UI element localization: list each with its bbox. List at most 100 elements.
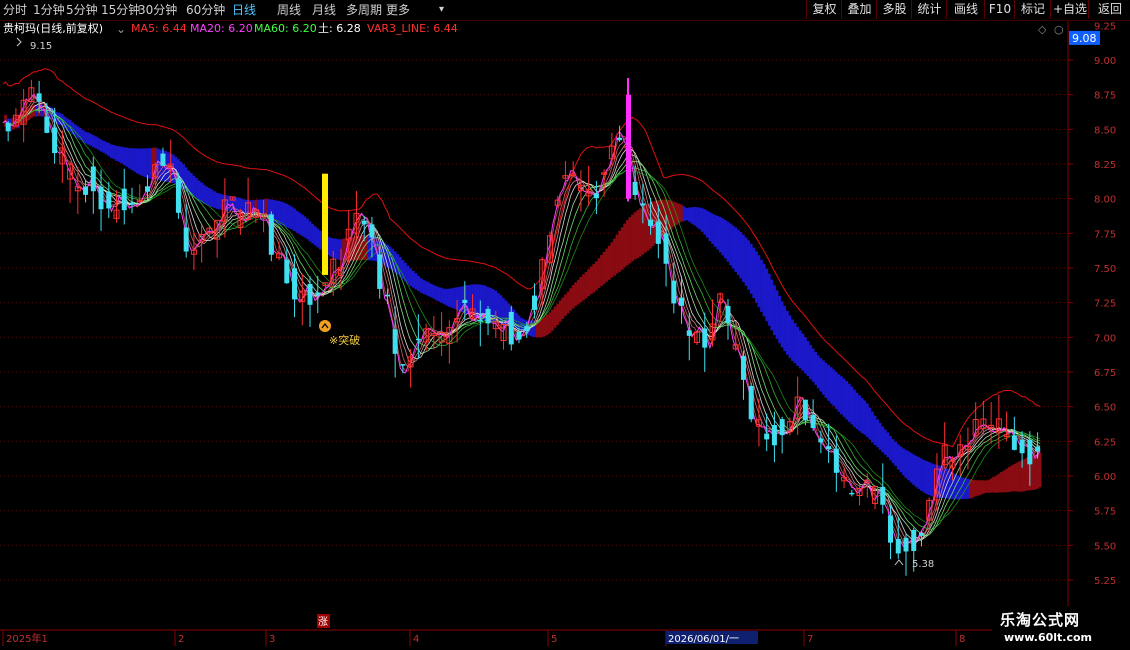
x-tick-label: 2026/06/01/一 [668, 634, 739, 645]
period-tab-3[interactable]: 15分钟 [101, 0, 140, 20]
kline-chart[interactable]: 9.15 5.38 ※突破 9.25 9.00 8.75 8.50 8.25 8.00 7.75… [0, 0, 1130, 650]
candle-body-down [679, 297, 685, 306]
axes: 9.25 9.00 8.75 8.50 8.25 8.00 7.75 7.50 7.25 7.00… [0, 20, 1116, 646]
tu-value: 土: 6.28 [318, 22, 361, 35]
candle-body-down [144, 186, 150, 192]
candle-body-down [315, 292, 321, 296]
candle-body-down [818, 438, 824, 443]
candle-body-down [1035, 446, 1041, 452]
var3-envelope-line [2, 68, 1041, 448]
candle-body-down [1027, 439, 1033, 465]
toolbar-button-5[interactable]: F10 [984, 0, 1015, 19]
x-tick-label: 3 [269, 634, 275, 645]
candle-body-down [508, 311, 514, 345]
candle-body-down [361, 220, 367, 225]
candle-body-down [369, 224, 375, 238]
magenta-spike-bar [626, 94, 631, 199]
candle-body-down [524, 326, 530, 332]
x-tick-label: 2 [178, 634, 184, 645]
candle-body-down [307, 283, 313, 305]
period-tab-7[interactable]: 周线 [277, 0, 301, 20]
y-tick-label: 6.75 [1094, 368, 1116, 379]
candle-body-down [477, 320, 483, 322]
period-toolbar: 分时 1分钟 5分钟 15分钟 30分钟 60分钟 日线 周线 月线 多周期 更多 ▾ 复权 叠加 多股 统计… [0, 0, 1130, 21]
candle-body-down [640, 203, 646, 206]
candle-body-down [655, 221, 661, 244]
candle-body-down [36, 93, 42, 102]
x-tick-label: 8 [959, 634, 965, 645]
indicator-info-bar: 贵柯玛(日线,前复权) ⌄ MA5: 6.44 MA20: 6.20 MA60:… [0, 20, 1070, 38]
period-tab-5[interactable]: 60分钟 [186, 0, 225, 20]
candle-body-down [462, 299, 468, 304]
period-tab-6[interactable]: 日线 [232, 0, 256, 20]
toolbar-button-7[interactable]: +自选 [1050, 0, 1089, 19]
x-tick-label: 7 [807, 634, 813, 645]
toolbar-button-2[interactable]: 多股 [876, 0, 912, 19]
candle-body-down [516, 331, 522, 340]
x-tick-label: 5 [551, 634, 557, 645]
candle-body-down [183, 227, 189, 252]
candle-body-down [764, 433, 770, 440]
toolbar-button-6[interactable]: 标记 [1014, 0, 1051, 19]
candle-body-down [98, 186, 104, 210]
dropdown-icon[interactable]: ⌄ [116, 20, 126, 38]
ma5-value: MA5: 6.44 [131, 22, 187, 35]
candle-body-down [918, 532, 924, 536]
low-marker-arrow [894, 559, 904, 566]
candle-body-down [833, 448, 839, 473]
y-tick-label: 7.25 [1094, 299, 1116, 310]
candle-body-down [849, 492, 855, 495]
candle-body-down [802, 399, 808, 421]
candle-body-down [826, 446, 832, 450]
candle-body-down [377, 254, 383, 289]
period-tab-4[interactable]: 30分钟 [138, 0, 177, 20]
y-tick-label: 7.50 [1094, 264, 1116, 275]
candle-body-down [1011, 435, 1017, 450]
watermark-title: 乐淘公式网 [1000, 611, 1081, 629]
y-tick-label: 8.25 [1094, 160, 1116, 171]
var3-line-value: VAR3_LINE: 6.44 [367, 22, 458, 35]
period-tab-2[interactable]: 5分钟 [66, 0, 98, 20]
breakout-highlight-bar [322, 173, 328, 275]
candle-body-down [52, 127, 58, 154]
period-tab-0[interactable]: 分时 [3, 0, 27, 20]
candle-body-down [284, 259, 290, 284]
y-tick-label: 5.50 [1094, 541, 1116, 552]
toolbar-button-4[interactable]: 画线 [946, 0, 985, 19]
toolbar-button-1[interactable]: 叠加 [841, 0, 877, 19]
more-dropdown-icon[interactable]: ▾ [439, 0, 444, 20]
y-tick-label: 6.25 [1094, 437, 1116, 448]
candle-body-down [771, 425, 777, 446]
y-tick-label: 8.75 [1094, 91, 1116, 102]
y-tick-label: 8.00 [1094, 195, 1116, 206]
candle-body-down [415, 338, 421, 341]
high-marker-arrow [16, 37, 22, 47]
candle-body-down [632, 181, 638, 196]
breakout-signal-icon [319, 320, 331, 332]
candle-body-down [903, 537, 909, 552]
period-tab-1[interactable]: 1分钟 [33, 0, 65, 20]
toolbar-button-0[interactable]: 复权 [806, 0, 842, 19]
candle-body-down [129, 202, 135, 205]
x-tick-label: 4 [413, 634, 419, 645]
toolbar-button-3[interactable]: 统计 [911, 0, 947, 19]
period-tab-8[interactable]: 月线 [312, 0, 336, 20]
candle-body-down [725, 305, 731, 324]
candle-body-down [531, 295, 537, 310]
candle-body-down [740, 355, 746, 380]
high-label: 9.15 [30, 41, 52, 52]
watermark: 乐淘公式网 www.60lt.com [992, 606, 1130, 650]
ma60-value: MA60: 6.20 [254, 22, 317, 35]
breakout-label: ※突破 [329, 333, 360, 347]
candle-body-down [160, 153, 166, 166]
ma20-value: MA20: 6.20 [190, 22, 253, 35]
y-tick-label: 8.50 [1094, 125, 1116, 136]
candle-body-down [748, 385, 754, 420]
period-tab-9[interactable]: 多周期 [346, 0, 382, 20]
candle-body-down [648, 219, 654, 226]
candle-body-down [663, 233, 669, 264]
candle-body-down [44, 116, 50, 133]
toolbar-button-8[interactable]: 返回 [1088, 0, 1130, 19]
period-tab-10[interactable]: 更多 [386, 0, 410, 20]
y-tick-label: 7.75 [1094, 229, 1116, 240]
